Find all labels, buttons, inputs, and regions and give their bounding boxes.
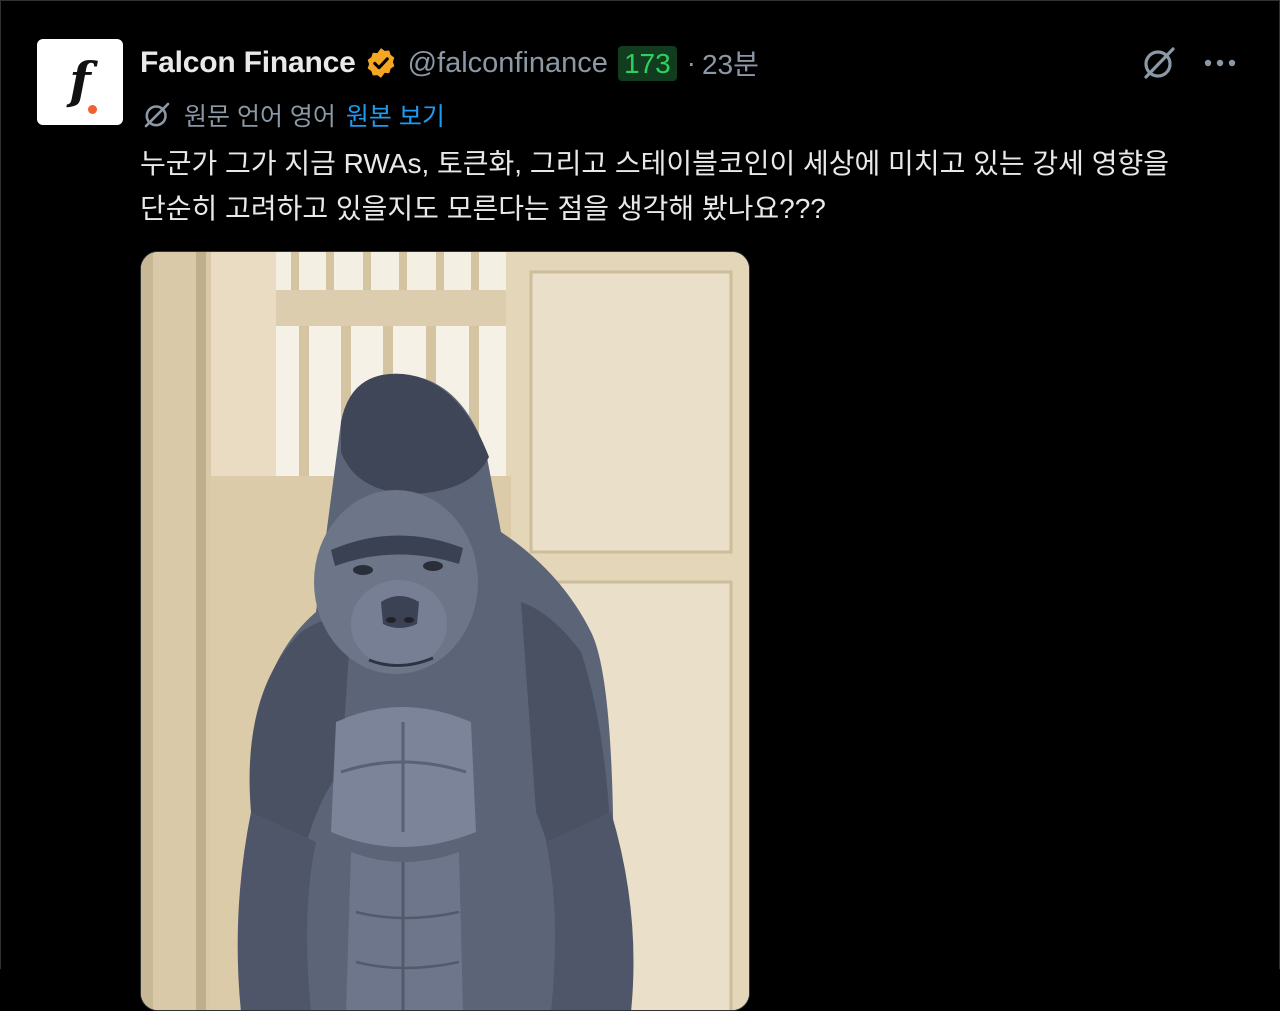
separator-dot: ·: [686, 47, 696, 78]
tweet-actions-top: [1139, 43, 1237, 83]
translation-info: 원문 언어 영어 원본 보기: [140, 95, 445, 135]
timestamp[interactable]: 23분: [702, 43, 759, 83]
translation-label: 원문 언어 영어: [184, 103, 336, 131]
tweet-header: Falcon Finance @falconfinance 173 · 23분: [140, 41, 759, 85]
avatar-logo-letter: f: [69, 50, 91, 110]
tweet-text: 누군가 그가 지금 RWAs, 토큰화, 그리고 스테이블코인이 세상에 미치고…: [140, 141, 1250, 231]
gorilla-photo: [141, 252, 749, 1010]
tweet-media-image[interactable]: [140, 251, 750, 1011]
author-handle[interactable]: @falconfinance: [408, 47, 608, 80]
tweet-text-line: 단순히 고려하고 있을지도 모른다는 점을 생각해 봤나요???: [140, 193, 826, 224]
avatar[interactable]: f: [37, 39, 123, 125]
tweet-container: f Falcon Finance @falconfinance 173 · 23…: [0, 0, 1280, 1011]
author-name[interactable]: Falcon Finance: [140, 46, 356, 80]
more-icon[interactable]: [1203, 58, 1237, 68]
show-original-link[interactable]: 원본 보기: [346, 97, 445, 133]
verified-badge-icon: [364, 46, 398, 80]
score-badge: 173: [617, 45, 677, 81]
grok-icon[interactable]: [1139, 43, 1179, 83]
translate-icon: [140, 98, 174, 132]
tweet-text-line: 누군가 그가 지금 RWAs, 토큰화, 그리고 스테이블코인이 세상에 미치고…: [140, 148, 1169, 179]
avatar-logo-dot: [88, 105, 97, 114]
